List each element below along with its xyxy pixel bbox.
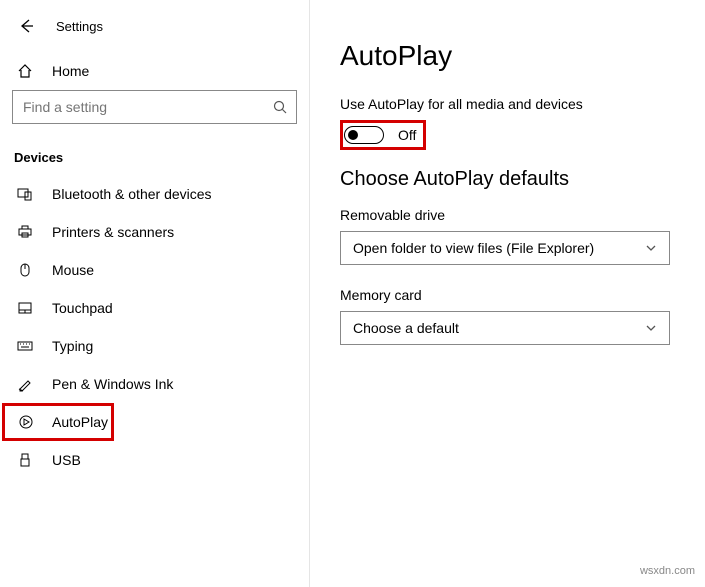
sidebar-item-label: Bluetooth & other devices — [52, 186, 212, 202]
chevron-down-icon — [645, 322, 657, 334]
nav-home-label: Home — [52, 63, 89, 79]
sidebar-category: Devices — [0, 136, 309, 175]
autoplay-toggle[interactable] — [344, 126, 384, 144]
autoplay-toggle-row: Off — [340, 120, 426, 150]
memory-card-dropdown[interactable]: Choose a default — [340, 311, 670, 345]
mouse-icon — [16, 261, 34, 279]
page-title: AutoPlay — [340, 40, 675, 72]
sidebar-item-printers[interactable]: Printers & scanners — [0, 213, 309, 251]
sidebar-item-label: Touchpad — [52, 300, 113, 316]
search-container — [12, 90, 297, 124]
sidebar-item-label: USB — [52, 452, 81, 468]
search-input[interactable] — [12, 90, 297, 124]
touchpad-icon — [16, 299, 34, 317]
sidebar-item-touchpad[interactable]: Touchpad — [0, 289, 309, 327]
sidebar-item-bluetooth[interactable]: Bluetooth & other devices — [0, 175, 309, 213]
home-icon — [16, 62, 34, 80]
autoplay-icon — [18, 413, 34, 431]
removable-drive-label: Removable drive — [340, 207, 675, 223]
devices-icon — [16, 185, 34, 203]
main-content: AutoPlay Use AutoPlay for all media and … — [310, 0, 705, 587]
app-title: Settings — [56, 19, 103, 34]
sidebar: Settings Home Devices Bluetooth & other … — [0, 0, 310, 587]
autoplay-toggle-label: Use AutoPlay for all media and devices — [340, 96, 675, 112]
memory-card-value: Choose a default — [353, 320, 459, 336]
memory-card-label: Memory card — [340, 287, 675, 303]
nav-home[interactable]: Home — [0, 52, 309, 90]
sidebar-item-label: AutoPlay — [52, 414, 108, 430]
sidebar-item-label: Pen & Windows Ink — [52, 376, 173, 392]
back-arrow-icon[interactable] — [16, 16, 36, 36]
printer-icon — [16, 223, 34, 241]
sidebar-item-usb[interactable]: USB — [0, 441, 309, 479]
sidebar-item-mouse[interactable]: Mouse — [0, 251, 309, 289]
sidebar-item-label: Mouse — [52, 262, 94, 278]
defaults-heading: Choose AutoPlay defaults — [340, 168, 675, 191]
removable-drive-value: Open folder to view files (File Explorer… — [353, 240, 594, 256]
keyboard-icon — [16, 337, 34, 355]
autoplay-toggle-state: Off — [398, 127, 416, 143]
sidebar-item-typing[interactable]: Typing — [0, 327, 309, 365]
sidebar-item-label: Typing — [52, 338, 93, 354]
sidebar-item-pen[interactable]: Pen & Windows Ink — [0, 365, 309, 403]
watermark: wsxdn.com — [640, 565, 695, 577]
sidebar-header: Settings — [0, 12, 309, 52]
usb-icon — [16, 451, 34, 469]
removable-drive-dropdown[interactable]: Open folder to view files (File Explorer… — [340, 231, 670, 265]
toggle-knob — [348, 130, 358, 140]
search-icon — [273, 100, 287, 114]
pen-icon — [16, 375, 34, 393]
chevron-down-icon — [645, 242, 657, 254]
sidebar-item-autoplay[interactable]: AutoPlay — [2, 403, 114, 441]
sidebar-item-label: Printers & scanners — [52, 224, 174, 240]
